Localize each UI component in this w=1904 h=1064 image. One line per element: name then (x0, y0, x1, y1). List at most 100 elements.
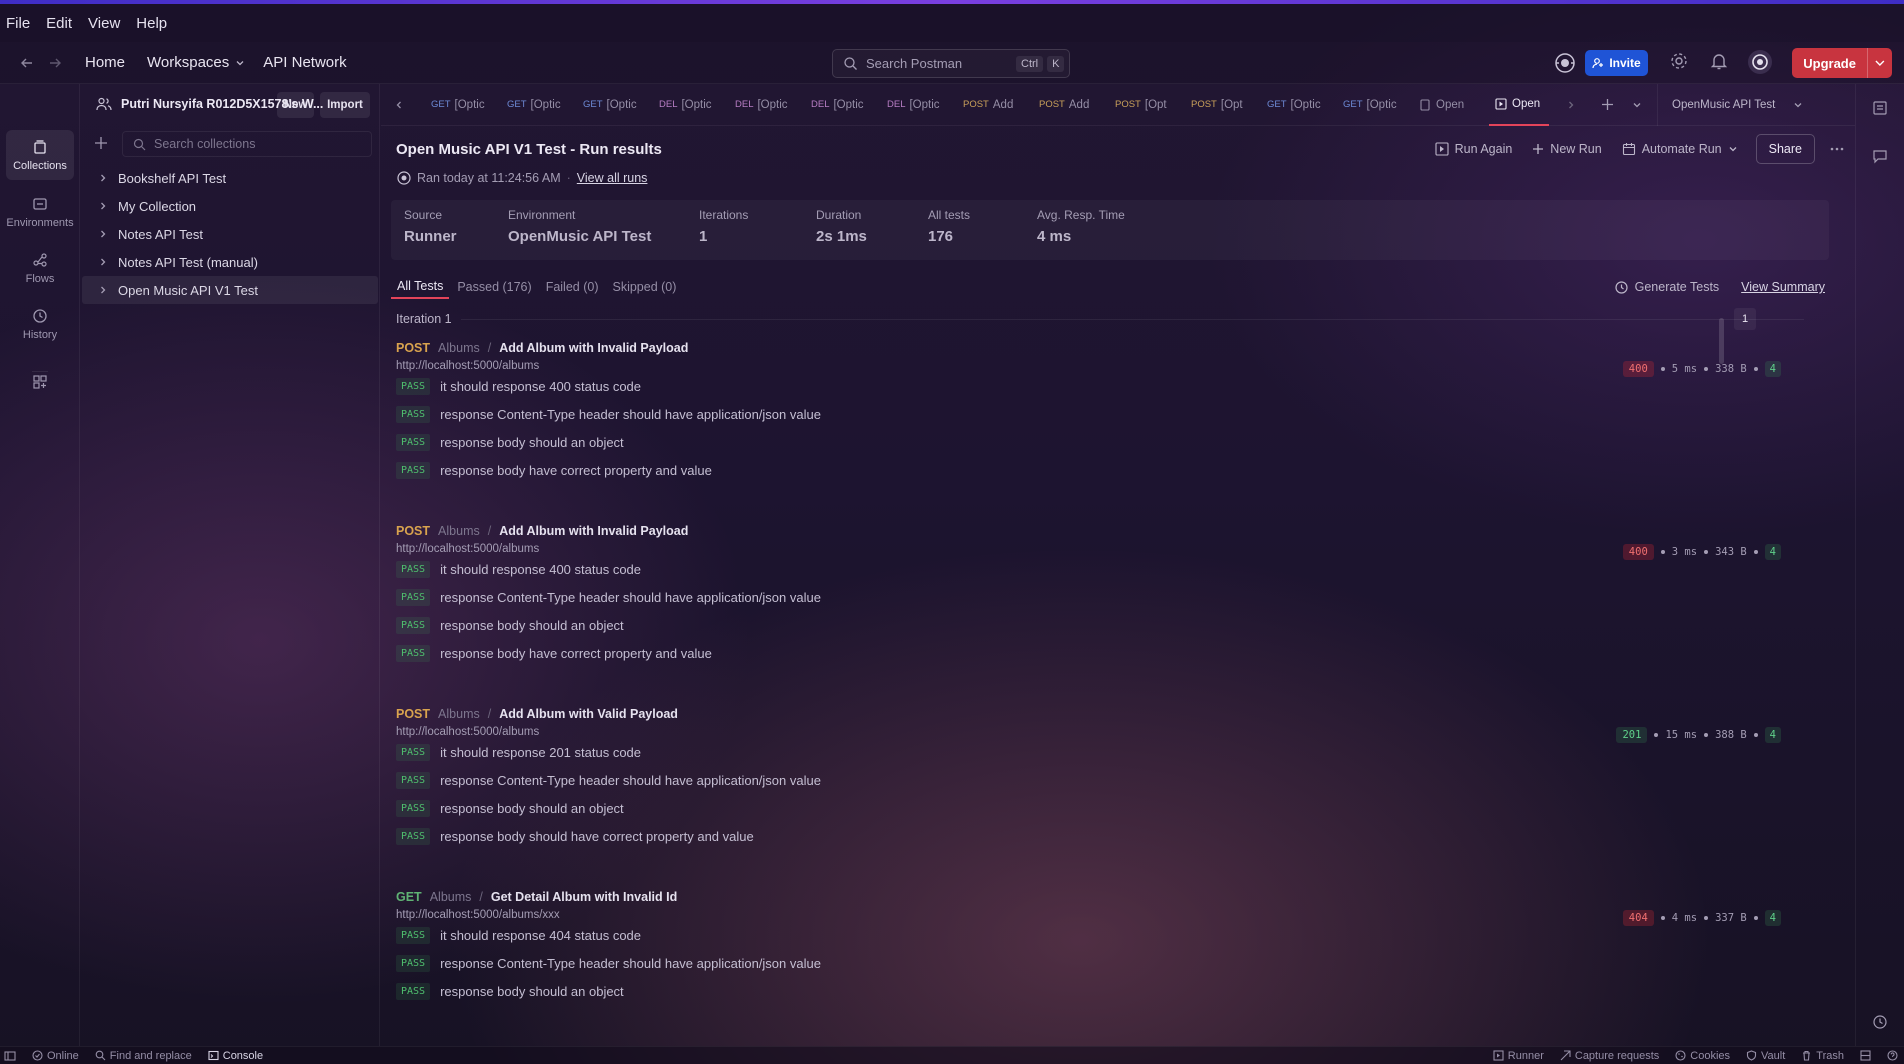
request-tab[interactable]: Open (1413, 84, 1489, 126)
pass-badge: PASS (396, 644, 431, 662)
add-collection-icon[interactable] (94, 136, 108, 150)
invite-button[interactable]: Invite (1585, 50, 1648, 76)
back-arrow-icon[interactable] (13, 49, 41, 77)
response-time: 5 ms (1671, 363, 1698, 375)
collection-item[interactable]: Bookshelf API Test (82, 164, 378, 192)
toggle-sidebar-icon[interactable] (4, 1050, 16, 1062)
request-tab[interactable]: DEL [Optic (805, 84, 881, 126)
summary-label: Duration (816, 208, 862, 222)
request-result-header[interactable]: POST Albums / Add Album with Invalid Pay… (396, 524, 1811, 538)
share-button[interactable]: Share (1755, 134, 1815, 164)
help-icon[interactable] (1887, 1050, 1898, 1061)
import-button[interactable]: Import (320, 92, 370, 118)
nav-workspaces[interactable]: Workspaces (147, 54, 245, 71)
tabs-scroll-left-icon[interactable] (387, 91, 411, 119)
view-all-runs-link[interactable]: View all runs (577, 171, 648, 185)
runner-button[interactable]: Runner (1493, 1050, 1544, 1062)
avatar[interactable] (1747, 49, 1773, 75)
menu-view[interactable]: View (88, 15, 120, 32)
ai-agent-icon[interactable] (1553, 51, 1577, 75)
search-icon (133, 138, 146, 150)
menu-file[interactable]: File (6, 15, 30, 32)
comments-icon[interactable] (1872, 148, 1888, 164)
collection-item[interactable]: Notes API Test (manual) (82, 248, 378, 276)
request-tab[interactable]: GET [Optic (1337, 84, 1413, 126)
iteration-jump-badge[interactable]: 1 (1734, 308, 1756, 330)
iteration-divider (461, 319, 1804, 320)
run-again-button[interactable]: Run Again (1425, 142, 1523, 156)
results-toolbar: Generate Tests View Summary (1614, 272, 1825, 302)
filter-all-tests[interactable]: All Tests (391, 275, 450, 299)
documentation-icon[interactable] (1872, 100, 1888, 116)
upgrade-button[interactable]: Upgrade (1792, 48, 1892, 78)
tabs-scroll-right-icon[interactable] (1559, 91, 1583, 119)
nav-home[interactable]: Home (85, 54, 125, 71)
filter-skipped[interactable]: Skipped (0) (606, 276, 682, 298)
notifications-bell-icon[interactable] (1709, 51, 1729, 71)
filter-passed[interactable]: Passed (176) (451, 276, 537, 298)
new-run-button[interactable]: New Run (1522, 142, 1611, 156)
layout-toggle-icon[interactable] (1860, 1050, 1871, 1061)
cookies-button[interactable]: Cookies (1675, 1050, 1730, 1062)
request-tab[interactable]: GET [Optic (501, 84, 577, 126)
apps-grid-icon[interactable] (32, 374, 48, 390)
trash-button[interactable]: Trash (1801, 1050, 1844, 1062)
view-summary-link[interactable]: View Summary (1741, 280, 1825, 294)
passed-count-badge: 4 (1764, 727, 1781, 743)
left-rail: Collections Environments Flows History (0, 84, 80, 1046)
collection-item[interactable]: My Collection (82, 192, 378, 220)
menu-help[interactable]: Help (136, 15, 167, 32)
more-options-icon[interactable] (1823, 135, 1851, 163)
capture-requests-button[interactable]: Capture requests (1560, 1050, 1659, 1062)
request-tab[interactable]: POST Add (957, 84, 1033, 126)
online-status[interactable]: Online (32, 1050, 79, 1062)
rail-environments[interactable]: Environments (6, 187, 74, 237)
filter-failed[interactable]: Failed (0) (540, 276, 605, 298)
test-result: PASS response body have correct property … (396, 639, 1811, 667)
passed-count-badge: 4 (1764, 361, 1781, 377)
nav-api-network[interactable]: API Network (263, 54, 346, 71)
automate-run-button[interactable]: Automate Run (1612, 142, 1748, 156)
request-tab[interactable]: DEL [Optic (653, 84, 729, 126)
passed-count-badge: 4 (1764, 544, 1781, 560)
rail-collections[interactable]: Collections (6, 130, 74, 180)
request-tab[interactable]: POST Add (1033, 84, 1109, 126)
forward-arrow-icon[interactable] (41, 49, 69, 77)
request-result-header[interactable]: POST Albums / Add Album with Valid Paylo… (396, 707, 1811, 721)
history-restore-icon[interactable] (1872, 1014, 1888, 1030)
collection-item[interactable]: Notes API Test (82, 220, 378, 248)
collection-item-selected[interactable]: Open Music API V1 Test (82, 276, 378, 304)
request-tab[interactable]: GET [Optic (577, 84, 653, 126)
request-tab[interactable]: DEL [Optic (729, 84, 805, 126)
rail-history[interactable]: History (6, 299, 74, 349)
request-tab[interactable]: POST [Opt (1109, 84, 1185, 126)
request-tab[interactable]: DEL [Optic (881, 84, 957, 126)
test-result: PASS response body should an object (396, 977, 1811, 1005)
request-tab[interactable]: GET [Optic (1261, 84, 1337, 126)
vault-button[interactable]: Vault (1746, 1050, 1785, 1062)
test-name: it should response 400 status code (440, 378, 642, 394)
rail-flows[interactable]: Flows (6, 243, 74, 293)
settings-gear-icon[interactable] (1669, 51, 1689, 71)
environment-selector[interactable]: OpenMusic API Test (1658, 99, 1803, 111)
request-tab[interactable]: GET [Optic (425, 84, 501, 126)
test-result: PASS response Content-Type header should … (396, 400, 1811, 428)
request-tab-active[interactable]: Open (1489, 84, 1549, 126)
request-result-header[interactable]: GET Albums / Get Detail Album with Inval… (396, 890, 1811, 904)
find-replace-button[interactable]: Find and replace (95, 1050, 192, 1062)
search-postman-input[interactable]: Search Postman Ctrl K (832, 49, 1070, 78)
request-tab[interactable]: POST [Opt (1185, 84, 1261, 126)
request-result-header[interactable]: POST Albums / Add Album with Invalid Pay… (396, 341, 1811, 355)
new-tab-plus-icon[interactable] (1595, 91, 1619, 119)
menu-edit[interactable]: Edit (46, 15, 72, 32)
console-icon (208, 1050, 219, 1061)
search-collections-input[interactable]: Search collections (122, 131, 372, 157)
chevron-down-icon[interactable] (1868, 57, 1892, 69)
generate-tests-button[interactable]: Generate Tests (1614, 280, 1719, 295)
new-button[interactable]: New (277, 92, 314, 118)
collection-label: My Collection (118, 198, 197, 214)
stat-separator (1704, 550, 1709, 554)
tabs-menu-chevron-icon[interactable] (1625, 91, 1649, 119)
tab-label: [Optic (833, 98, 864, 111)
console-button[interactable]: Console (208, 1050, 263, 1062)
